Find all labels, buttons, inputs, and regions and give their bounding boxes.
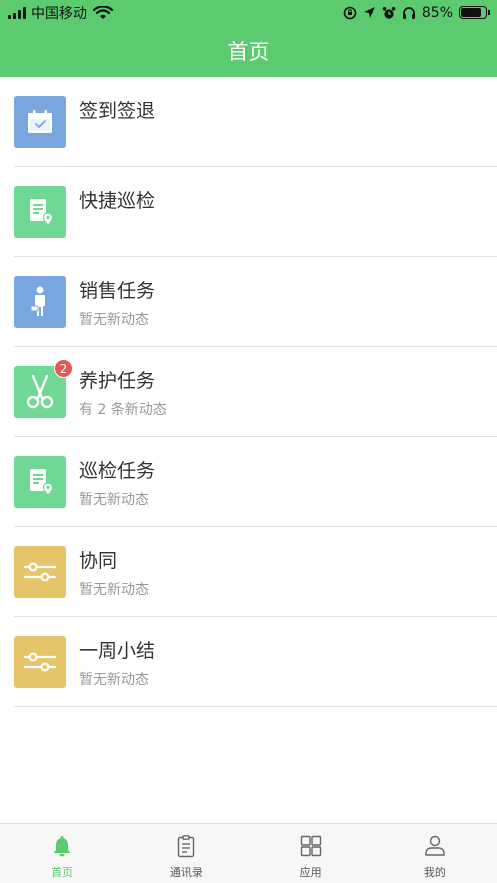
location-arrow-icon [363, 7, 375, 18]
list-item-weekly-summary[interactable]: 一周小结 暂无新动态 [14, 617, 497, 707]
list-item-subtitle: 暂无新动态 [79, 492, 149, 508]
module-list: 签到签退 快捷巡检 销售任务 暂无新动态 2 养护任务 有 2 条新动态 巡检任… [0, 77, 497, 707]
tab-label: 我的 [423, 866, 446, 879]
list-item-maintenance-task[interactable]: 2 养护任务 有 2 条新动态 [14, 347, 497, 437]
tab-home[interactable]: 首页 [0, 824, 124, 883]
status-bar: 中国移动 85% [0, 0, 497, 25]
person-icon [425, 835, 445, 856]
header: 首页 [0, 25, 497, 77]
carrier-name: 中国移动 [31, 5, 87, 22]
battery-icon [459, 6, 490, 19]
list-item-title: 协同 [79, 550, 118, 572]
page-title: 首页 [227, 40, 270, 64]
tab-apps[interactable]: 应用 [249, 824, 373, 883]
tab-profile[interactable]: 我的 [373, 824, 497, 883]
list-item-title: 销售任务 [79, 280, 156, 302]
tab-label: 通讯录 [169, 866, 203, 879]
wifi-icon [93, 5, 113, 19]
list-item-subtitle: 暂无新动态 [79, 312, 149, 328]
signal-icon [8, 6, 26, 19]
sliders-icon [14, 636, 66, 688]
sliders-icon [14, 546, 66, 598]
list-item-quick-inspection[interactable]: 快捷巡检 [14, 167, 497, 257]
tab-bar: 首页 通讯录 应用 我的 [0, 823, 497, 883]
list-item-checkin[interactable]: 签到签退 [14, 77, 497, 167]
bell-icon [54, 836, 71, 857]
headphones-icon [402, 6, 415, 19]
tab-contacts[interactable]: 通讯录 [124, 824, 248, 883]
list-item-subtitle: 暂无新动态 [79, 672, 149, 688]
grid-icon [300, 835, 321, 857]
list-item-title: 养护任务 [79, 370, 156, 392]
list-item-title: 快捷巡检 [79, 190, 156, 212]
alarm-icon [382, 6, 396, 19]
tab-label: 首页 [51, 866, 74, 879]
notification-badge: 2 [54, 359, 73, 378]
list-item-collaboration[interactable]: 协同 暂无新动态 [14, 527, 497, 617]
list-item-title: 巡检任务 [79, 460, 156, 482]
salesperson-icon [14, 276, 66, 328]
document-location-icon [14, 186, 66, 238]
battery-percent: 85% [421, 4, 453, 21]
clipboard-icon [178, 835, 195, 858]
calendar-check-icon [14, 96, 66, 148]
list-item-sales-task[interactable]: 销售任务 暂无新动态 [14, 257, 497, 347]
battery-level [461, 8, 482, 17]
list-item-title: 一周小结 [79, 640, 156, 662]
orientation-lock-icon [343, 6, 357, 19]
document-location-icon [14, 456, 66, 508]
list-item-title: 签到签退 [79, 100, 156, 122]
tab-label: 应用 [299, 866, 322, 879]
list-item-subtitle: 暂无新动态 [79, 582, 149, 598]
list-item-subtitle: 有 2 条新动态 [79, 402, 167, 418]
list-item-inspection-task[interactable]: 巡检任务 暂无新动态 [14, 437, 497, 527]
